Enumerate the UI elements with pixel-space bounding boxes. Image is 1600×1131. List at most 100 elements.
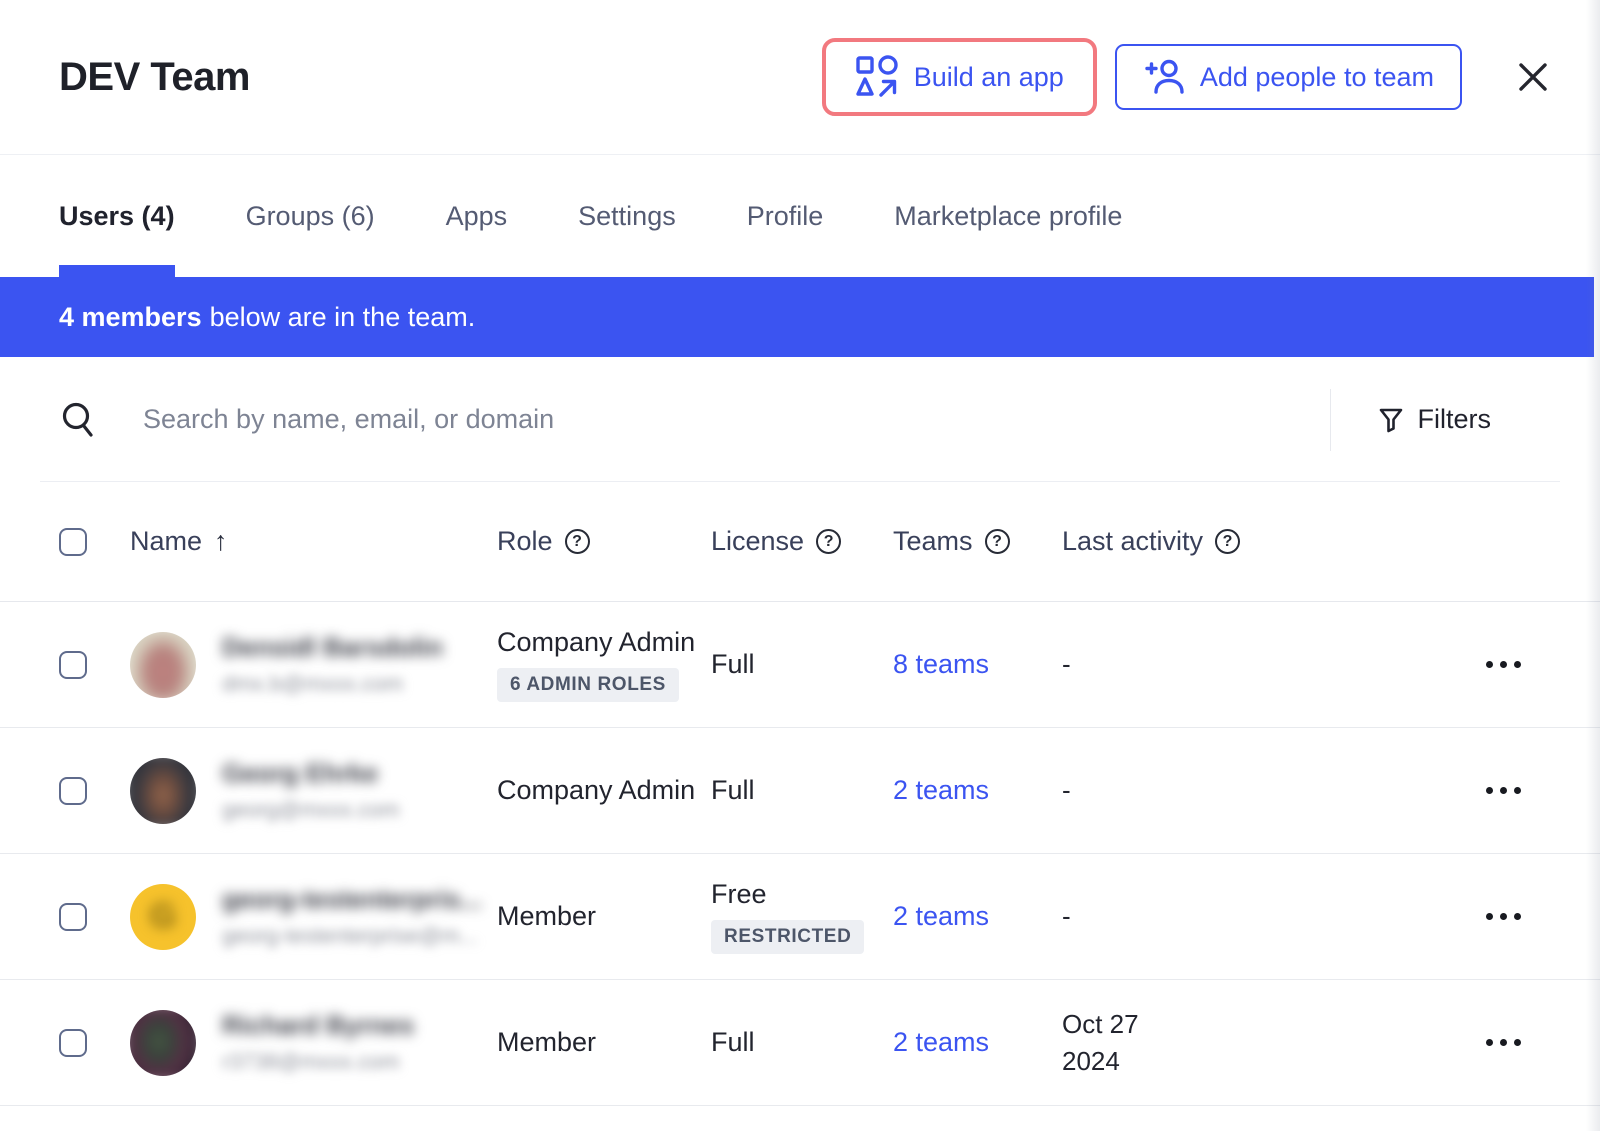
tab-apps[interactable]: Apps [446,155,508,277]
name-header-label: Name [130,526,202,557]
sort-ascending-icon: ↑ [214,526,228,557]
table-row: G georg-testenterpris... georg-testenter… [0,854,1600,980]
last-activity-cell: Oct 27 2024 [1062,1006,1466,1080]
last-activity-cell: - [1062,772,1466,809]
search-icon [59,400,99,440]
filters-label: Filters [1418,404,1492,435]
team-settings-modal: DEV Team Build an app [0,0,1600,1131]
user-name-blurred: Densidl Barsdolin [222,632,443,663]
role-value: Company Admin [497,627,695,658]
user-name-blurred: georg-testenterpris... [222,884,482,915]
column-header-name[interactable]: Name ↑ [130,526,497,557]
user-cell: Densidl Barsdolin dmx.b@mxxx.com [130,632,497,698]
select-all-checkbox[interactable] [59,528,87,556]
avatar [130,1010,196,1076]
build-an-app-button[interactable]: Build an app [829,45,1090,109]
table-row: Densidl Barsdolin dmx.b@mxxx.com Company… [0,602,1600,728]
license-header-label: License [711,526,804,557]
ellipsis-icon [1486,787,1493,794]
tab-users-label: Users (4) [59,201,175,232]
user-email-blurred: georg-testenterprise@m... [222,923,482,949]
user-email-blurred: georg@mxxx.com [222,797,400,823]
row-checkbox[interactable] [59,651,87,679]
filter-funnel-icon [1377,406,1405,434]
last-activity-header-label: Last activity [1062,526,1203,557]
teams-link[interactable]: 8 teams [893,649,989,679]
row-menu-button[interactable] [1466,1039,1541,1046]
page-title: DEV Team [59,55,250,100]
teams-link[interactable]: 2 teams [893,1027,989,1057]
close-icon [1515,59,1551,95]
tab-marketplace-profile[interactable]: Marketplace profile [894,155,1122,277]
teams-link[interactable]: 2 teams [893,901,989,931]
user-cell: Georg Ehrke georg@mxxx.com [130,758,497,824]
header-actions: Build an app Add people to team [822,38,1556,116]
teams-link[interactable]: 2 teams [893,775,989,805]
restricted-badge: RESTRICTED [711,920,864,954]
role-cell: Company Admin 6 ADMIN ROLES [497,627,711,702]
build-app-shapes-icon [855,55,899,99]
tab-marketplace-profile-label: Marketplace profile [894,201,1122,232]
license-value: Free [711,879,767,910]
tab-apps-label: Apps [446,201,508,232]
last-activity-date: Oct 27 [1062,1006,1466,1043]
user-cell: G georg-testenterpris... georg-testenter… [130,884,497,950]
role-cell: Member [497,901,711,932]
user-email-blurred: r3738@mxxx.com [222,1049,414,1075]
user-cell: Richard Byrnes r3738@mxxx.com [130,1010,497,1076]
table-row: Richard Byrnes r3738@mxxx.com Member Ful… [0,980,1600,1106]
license-help-icon[interactable]: ? [816,529,841,554]
teams-help-icon[interactable]: ? [985,529,1010,554]
banner-text: below are in the team. [210,302,476,333]
row-menu-button[interactable] [1466,913,1541,920]
row-checkbox[interactable] [59,1029,87,1057]
tab-settings-label: Settings [578,201,676,232]
build-app-highlight: Build an app [822,38,1097,116]
vertical-divider [1330,389,1331,451]
avatar: G [130,884,196,950]
person-plus-icon [1143,56,1185,98]
admin-roles-badge[interactable]: 6 ADMIN ROLES [497,668,679,702]
table-header-row: Name ↑ Role ? License ? Teams ? Last act… [0,482,1600,602]
build-app-label: Build an app [914,62,1064,93]
column-header-teams: Teams ? [893,526,1062,557]
ellipsis-icon [1486,913,1493,920]
members-info-banner: 4 members below are in the team. [0,277,1594,357]
ellipsis-icon [1486,1039,1493,1046]
last-activity-cell: - [1062,646,1466,683]
role-header-label: Role [497,526,553,557]
role-cell: Member [497,1027,711,1058]
last-activity-cell: - [1062,898,1466,935]
add-people-to-team-button[interactable]: Add people to team [1115,44,1462,110]
role-cell: Company Admin [497,775,711,806]
tab-profile[interactable]: Profile [747,155,824,277]
user-name-blurred: Richard Byrnes [222,1010,414,1041]
row-menu-button[interactable] [1466,661,1541,668]
row-checkbox[interactable] [59,903,87,931]
role-help-icon[interactable]: ? [565,529,590,554]
license-cell: Full [711,649,893,680]
filters-button[interactable]: Filters [1377,404,1492,435]
search-row: Filters [0,357,1600,482]
column-header-role: Role ? [497,526,711,557]
tab-groups[interactable]: Groups (6) [246,155,375,277]
tab-users[interactable]: Users (4) [59,155,175,277]
avatar [130,632,196,698]
close-button[interactable] [1510,54,1556,100]
tab-settings[interactable]: Settings [578,155,676,277]
last-activity-help-icon[interactable]: ? [1215,529,1240,554]
column-header-license: License ? [711,526,893,557]
modal-header: DEV Team Build an app [0,0,1600,155]
table-row: Georg Ehrke georg@mxxx.com Company Admin… [0,728,1600,854]
last-activity-year: 2024 [1062,1043,1466,1080]
row-menu-button[interactable] [1466,787,1541,794]
banner-count: 4 members [59,302,202,333]
license-cell: Free RESTRICTED [711,879,893,954]
avatar [130,758,196,824]
user-name-blurred: Georg Ehrke [222,758,400,789]
tab-profile-label: Profile [747,201,824,232]
license-cell: Full [711,775,893,806]
search-input[interactable] [143,404,1310,435]
license-cell: Full [711,1027,893,1058]
row-checkbox[interactable] [59,777,87,805]
